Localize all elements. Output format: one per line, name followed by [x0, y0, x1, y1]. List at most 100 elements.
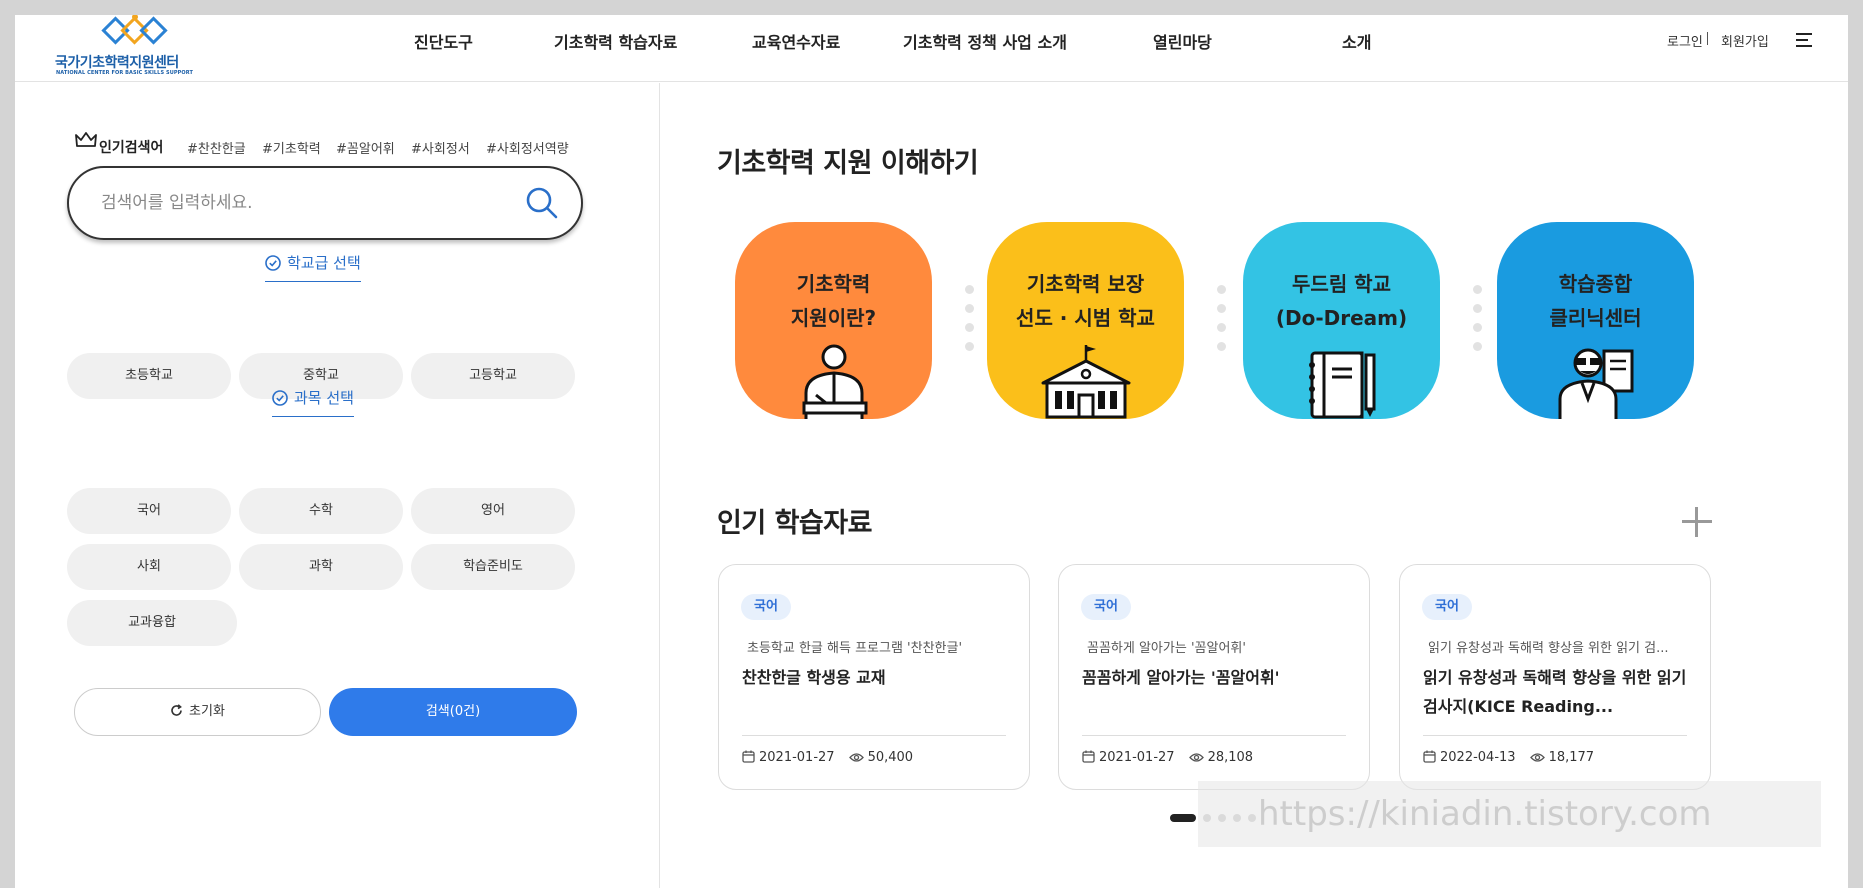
- learning-clinic-card[interactable]: 학습종합 클리닉센터: [1497, 222, 1694, 419]
- logo-mark-icon: [101, 15, 168, 45]
- calendar-icon: [742, 750, 755, 763]
- do-dream-school-card[interactable]: 두드림 학교 (Do-Dream): [1243, 222, 1440, 419]
- school-level-title-text: 학교급 선택: [287, 254, 361, 272]
- model-school-card[interactable]: 기초학력 보장 선도 · 시범 학교: [987, 222, 1184, 419]
- card-date: 2021-01-27: [759, 750, 835, 765]
- page: 국가기초학력지원센터 NATIONAL CENTER FOR BASIC SKI…: [15, 15, 1848, 888]
- subject-badge: 국어: [741, 594, 791, 620]
- notebook-pen-icon: [1308, 351, 1375, 419]
- school-level-title: 학교급 선택: [265, 252, 361, 282]
- logo-name: 국가기초학력지원센터: [55, 55, 179, 71]
- search-input[interactable]: [101, 188, 481, 218]
- hamburger-menu-icon[interactable]: [1796, 33, 1812, 47]
- separator-dots: [1473, 285, 1482, 361]
- check-circle-icon: [265, 255, 281, 271]
- subject-option[interactable]: 국어: [67, 488, 231, 534]
- card-subtitle: 꼼꼼하게 알아가는 '꼼알어휘': [1087, 641, 1246, 656]
- card-title: 찬찬한글 학생용 교재: [742, 668, 886, 687]
- util-divider: [1707, 32, 1708, 45]
- nav-open-forum[interactable]: 열린마당: [1153, 29, 1212, 53]
- material-card[interactable]: 국어 초등학교 한글 해득 프로그램 '찬찬한글' 찬찬한글 학생용 교재 20…: [718, 564, 1030, 790]
- popular-tag[interactable]: #사회정서역량: [486, 138, 569, 157]
- card-label: 클리닉센터: [1549, 306, 1642, 330]
- card-label: 지원이란?: [790, 306, 877, 330]
- popular-tag[interactable]: #사회정서: [411, 138, 470, 157]
- eye-icon: [848, 753, 864, 762]
- watermark: https://kiniadin.tistory.com: [1198, 781, 1821, 847]
- logo-subtitle: NATIONAL CENTER FOR BASIC SKILLS SUPPORT: [56, 70, 193, 76]
- nav-learning-materials[interactable]: 기초학력 학습자료: [554, 29, 677, 53]
- subject-badge: 국어: [1081, 594, 1131, 620]
- subject-option[interactable]: 수학: [239, 488, 403, 534]
- eye-icon: [1529, 753, 1545, 762]
- card-date: 2021-01-27: [1099, 750, 1175, 765]
- school-building-icon: [1041, 345, 1130, 419]
- subject-option[interactable]: 영어: [411, 488, 575, 534]
- student-icon: [802, 344, 867, 419]
- card-label: 두드림 학교: [1292, 272, 1391, 296]
- card-meta: 2021-01-27 50,400: [742, 750, 913, 765]
- card-label: (Do-Dream): [1275, 306, 1408, 330]
- card-label: 선도 · 시범 학교: [1016, 306, 1155, 330]
- crown-icon: [75, 132, 97, 147]
- nav-about[interactable]: 소개: [1342, 29, 1371, 53]
- popular-search-label: 인기검색어: [99, 140, 164, 156]
- subject-badge: 국어: [1422, 594, 1472, 620]
- login-link[interactable]: 로그인: [1667, 31, 1703, 50]
- material-card[interactable]: 국어 꼼꼼하게 알아가는 '꼼알어휘' 꼼꼼하게 알아가는 '꼼알어휘' 202…: [1058, 564, 1370, 790]
- card-label: 기초학력: [796, 272, 871, 296]
- card-subtitle: 읽기 유창성과 독해력 향상을 위한 읽기 검...: [1428, 641, 1669, 656]
- basic-skills-intro-card[interactable]: 기초학력 지원이란?: [735, 222, 932, 419]
- eye-icon: [1188, 753, 1204, 762]
- refresh-icon: [171, 704, 182, 716]
- calendar-icon: [1423, 750, 1436, 763]
- understand-title: 기초학력 지원 이해하기: [717, 148, 979, 179]
- popular-tag[interactable]: #기초학력: [262, 138, 321, 157]
- school-level-option[interactable]: 고등학교: [411, 353, 575, 399]
- search-bar: [67, 166, 583, 240]
- check-circle-icon: [272, 390, 288, 406]
- nav-diagnosis[interactable]: 진단도구: [414, 29, 473, 53]
- more-plus-icon[interactable]: [1682, 507, 1712, 537]
- material-card[interactable]: 국어 읽기 유창성과 독해력 향상을 위한 읽기 검... 읽기 유창성과 독해…: [1399, 564, 1711, 790]
- calendar-icon: [1082, 750, 1095, 763]
- card-divider: [1082, 735, 1346, 736]
- subject-title: 과목 선택: [272, 387, 354, 417]
- card-divider: [1423, 735, 1687, 736]
- card-views: 18,177: [1548, 750, 1595, 765]
- search-icon[interactable]: [525, 186, 559, 220]
- search-panel: 인기검색어 #찬찬한글 #기초학력 #꼼알어휘 #사회정서 #사회정서역량 학교…: [15, 83, 660, 888]
- card-title: 꼼꼼하게 알아가는 '꼼알어휘': [1082, 668, 1280, 687]
- card-views: 50,400: [867, 750, 914, 765]
- card-label: 기초학력 보장: [1026, 272, 1145, 296]
- subject-option[interactable]: 과학: [239, 544, 403, 590]
- card-label: 학습종합: [1558, 272, 1633, 296]
- subject-option[interactable]: 교과융합: [67, 600, 237, 646]
- separator-dots: [1217, 285, 1226, 361]
- site-header: 국가기초학력지원센터 NATIONAL CENTER FOR BASIC SKI…: [15, 15, 1848, 82]
- card-date: 2022-04-13: [1440, 750, 1516, 765]
- subject-option[interactable]: 학습준비도: [411, 544, 575, 590]
- popular-tag[interactable]: #꼼알어휘: [336, 138, 395, 157]
- nav-training-materials[interactable]: 교육연수자료: [752, 29, 840, 53]
- search-button[interactable]: 검색(0건): [329, 688, 577, 736]
- card-divider: [742, 735, 1006, 736]
- school-level-option[interactable]: 초등학교: [67, 353, 231, 399]
- site-logo[interactable]: 국가기초학력지원센터 NATIONAL CENTER FOR BASIC SKI…: [55, 15, 215, 79]
- card-title: 읽기 유창성과 독해력 향상을 위한 읽기 검사지(KICE Reading..…: [1423, 668, 1687, 716]
- subject-option[interactable]: 사회: [67, 544, 231, 590]
- teacher-icon: [1558, 348, 1633, 419]
- subject-title-text: 과목 선택: [294, 389, 354, 407]
- reset-button[interactable]: 초기화: [74, 688, 321, 736]
- separator-dots: [965, 285, 974, 361]
- popular-materials-title: 인기 학습자료: [717, 508, 872, 539]
- popular-tag[interactable]: #찬찬한글: [187, 138, 246, 157]
- reset-button-label: 초기화: [189, 704, 225, 719]
- card-meta: 2021-01-27 28,108: [1082, 750, 1253, 765]
- card-views: 28,108: [1207, 750, 1254, 765]
- pager-dot-active[interactable]: [1170, 814, 1196, 822]
- nav-policy[interactable]: 기초학력 정책 사업 소개: [903, 29, 1067, 53]
- card-subtitle: 초등학교 한글 해득 프로그램 '찬찬한글': [747, 641, 963, 656]
- join-link[interactable]: 회원가입: [1721, 31, 1769, 50]
- card-meta: 2022-04-13 18,177: [1423, 750, 1594, 765]
